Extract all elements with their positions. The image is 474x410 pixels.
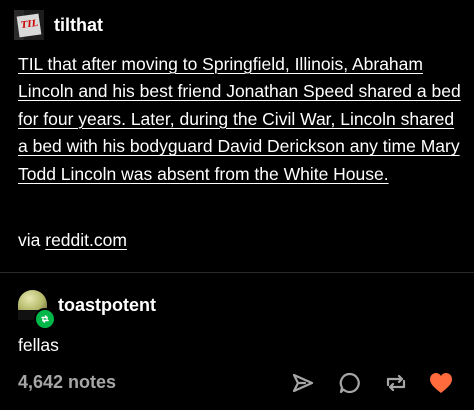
- post-body-link[interactable]: TIL that after moving to Springfield, Il…: [18, 54, 461, 184]
- post-author[interactable]: tilthat: [54, 15, 103, 36]
- reply-bubble-icon[interactable]: [337, 370, 363, 396]
- post-header: TIL tilthat: [14, 9, 103, 41]
- via-prefix: via: [18, 230, 41, 250]
- reblog-badge-icon: [34, 308, 56, 330]
- til-logo-icon[interactable]: TIL: [14, 10, 44, 40]
- via-source: via reddit.com: [18, 230, 127, 251]
- reblog-author[interactable]: toastpotent: [58, 295, 156, 316]
- reblog-icon[interactable]: [383, 370, 409, 396]
- divider: [0, 272, 474, 273]
- post-card: TIL tilthat TIL that after moving to Spr…: [0, 0, 474, 410]
- helmet-avatar-icon[interactable]: [18, 290, 56, 330]
- via-link[interactable]: reddit.com: [45, 230, 127, 250]
- reblog-text: fellas: [18, 335, 59, 355]
- notes-count[interactable]: 4,642 notes: [18, 372, 116, 393]
- heart-icon[interactable]: [428, 370, 454, 396]
- post-body: TIL that after moving to Springfield, Il…: [18, 51, 463, 188]
- share-arrow-icon[interactable]: [290, 370, 316, 396]
- reblog-header: toastpotent: [18, 290, 156, 330]
